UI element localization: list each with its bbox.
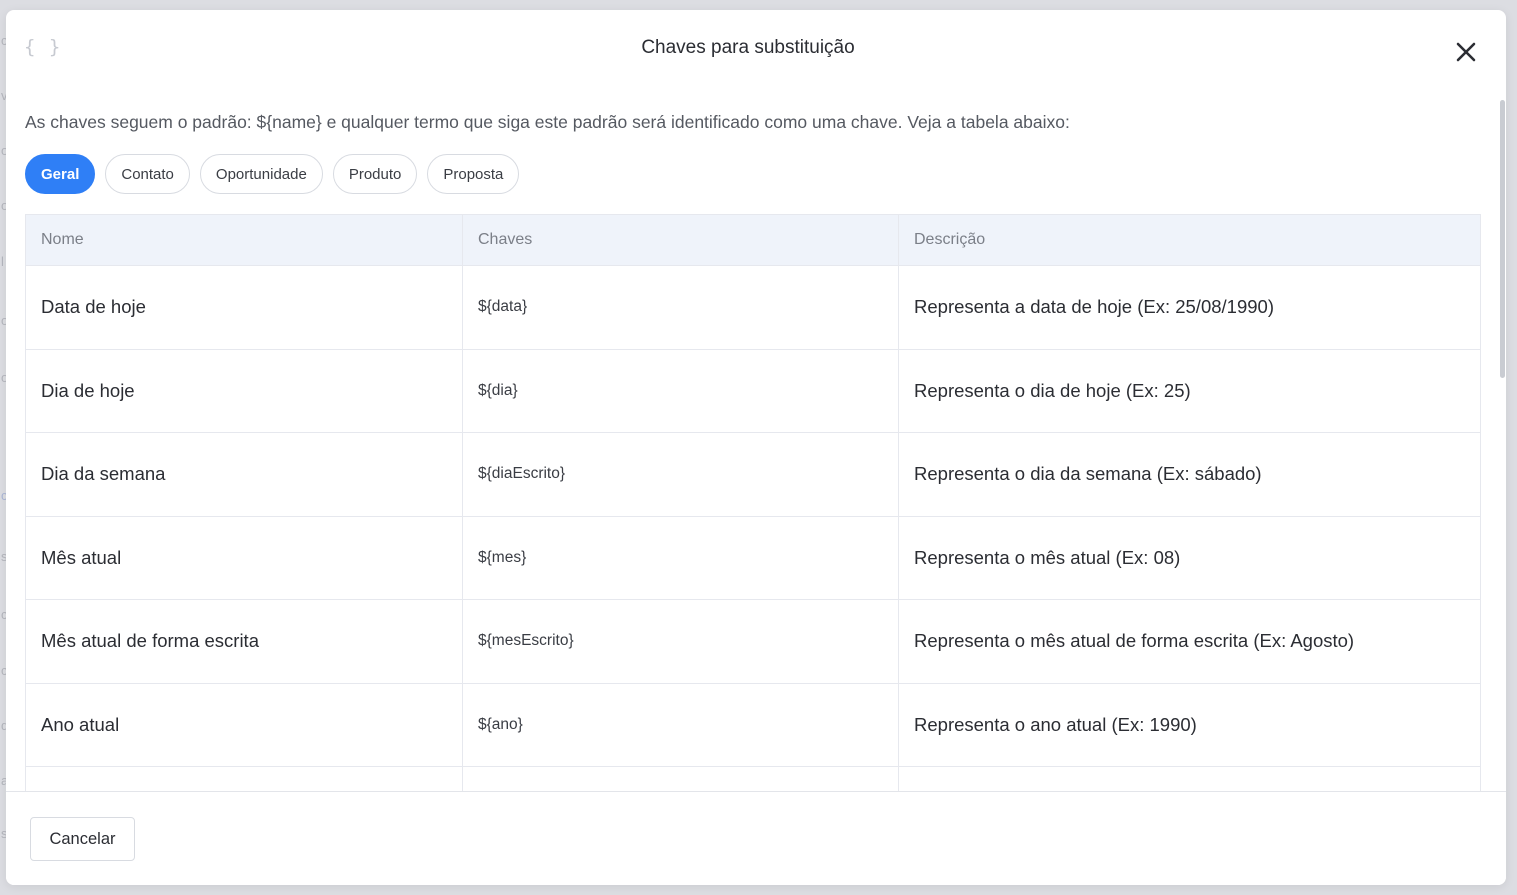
row-key: ${diaEscrito} xyxy=(463,433,899,516)
row-name: Ano atual xyxy=(26,683,463,766)
keys-modal: { } Chaves para substituição As chaves s… xyxy=(6,10,1506,885)
table-row: Ano atual ${ano} Representa o ano atual … xyxy=(26,682,1480,766)
table-header: Nome Chaves Descrição xyxy=(26,215,1480,265)
row-key: ${dia} xyxy=(463,349,899,432)
table-row: Mês atual ${mes} Representa o mês atual … xyxy=(26,515,1480,599)
row-description: Representa o ano atual (Ex: 1990) xyxy=(914,713,1197,735)
close-button[interactable] xyxy=(1452,38,1480,66)
intro-text: As chaves seguem o padrão: ${name} e qua… xyxy=(25,112,1070,132)
modal-body[interactable]: As chaves seguem o padrão: ${name} e qua… xyxy=(6,90,1498,791)
category-tabs: Geral Contato Oportunidade Produto Propo… xyxy=(25,154,520,194)
tab-geral[interactable]: Geral xyxy=(25,154,96,194)
row-key: ${ano} xyxy=(463,683,899,766)
column-header-keys: Chaves xyxy=(463,215,899,265)
tab-oportunidade[interactable]: Oportunidade xyxy=(199,154,323,194)
row-name: Dia de hoje xyxy=(26,349,463,432)
modal-header: { } Chaves para substituição xyxy=(6,10,1506,90)
row-name: Dia da semana xyxy=(26,433,463,516)
row-key: ${data} xyxy=(463,266,899,349)
table-row: Dia da semana ${diaEscrito} Representa o… xyxy=(26,432,1480,516)
column-header-name: Nome xyxy=(26,215,463,265)
background-glyph: l xyxy=(1,254,4,269)
tab-contato[interactable]: Contato xyxy=(105,154,190,194)
row-description xyxy=(899,767,1480,791)
cancel-button[interactable]: Cancelar xyxy=(30,817,135,861)
row-key xyxy=(463,767,899,791)
tab-produto[interactable]: Produto xyxy=(332,154,418,194)
table-row xyxy=(26,766,1480,791)
scrollbar-thumb[interactable] xyxy=(1500,100,1505,378)
table-row: Dia de hoje ${dia} Representa o dia de h… xyxy=(26,348,1480,432)
modal-footer: Cancelar xyxy=(6,791,1506,885)
keys-table: Nome Chaves Descrição Data de hoje ${dat… xyxy=(25,214,1481,791)
tab-proposta[interactable]: Proposta xyxy=(427,154,520,194)
row-description: Representa o dia da semana (Ex: sábado) xyxy=(914,463,1262,485)
modal-title: Chaves para substituição xyxy=(641,37,855,58)
row-name xyxy=(26,767,463,791)
row-name: Mês atual de forma escrita xyxy=(26,600,463,683)
row-description: Representa o dia de hoje (Ex: 25) xyxy=(914,379,1191,401)
row-description: Representa a data de hoje (Ex: 25/08/199… xyxy=(914,296,1274,318)
table-row: Data de hoje ${data} Representa a data d… xyxy=(26,265,1480,349)
row-description: Representa o mês atual de forma escrita … xyxy=(914,630,1355,652)
row-key: ${mesEscrito} xyxy=(463,600,899,683)
close-icon xyxy=(1456,42,1476,62)
row-key: ${mes} xyxy=(463,516,899,599)
row-name: Data de hoje xyxy=(26,266,463,349)
row-description: Representa o mês atual (Ex: 08) xyxy=(914,546,1181,568)
table-row: Mês atual de forma escrita ${mesEscrito}… xyxy=(26,599,1480,683)
column-header-description: Descrição xyxy=(914,231,986,248)
row-name: Mês atual xyxy=(26,516,463,599)
